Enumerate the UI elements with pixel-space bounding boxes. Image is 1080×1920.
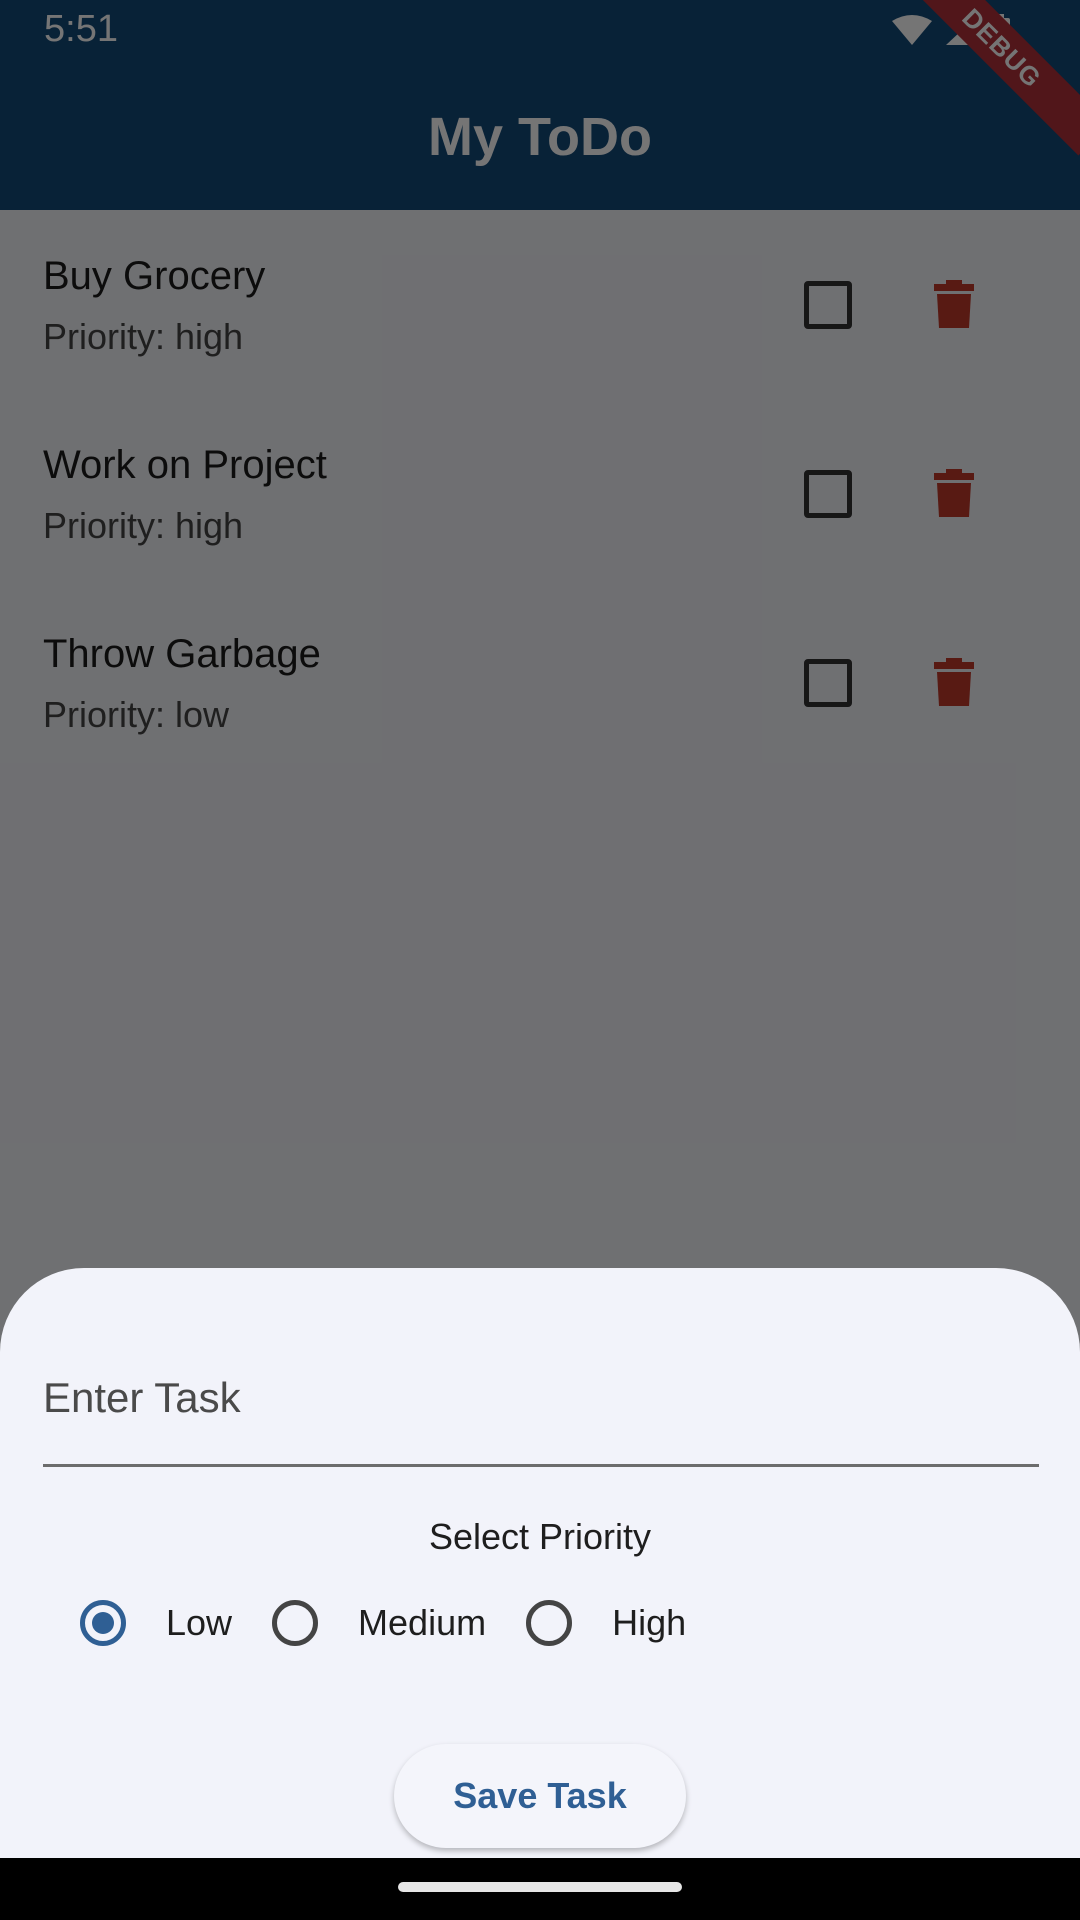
task-priority: Priority: high xyxy=(43,316,244,357)
task-row[interactable]: Buy Grocery Priority: high xyxy=(0,210,1080,399)
task-done-checkbox[interactable] xyxy=(804,281,852,329)
task-row[interactable]: Throw Garbage Priority: low xyxy=(0,588,1080,777)
radio-label: High xyxy=(612,1602,687,1643)
input-underline xyxy=(43,1464,1039,1467)
priority-option-high[interactable]: High xyxy=(526,1600,686,1646)
task-priority: Priority: high xyxy=(43,505,244,546)
app-bar: My ToDo xyxy=(0,60,1080,210)
task-done-checkbox[interactable] xyxy=(804,659,852,707)
priority-option-medium[interactable]: Medium xyxy=(272,1600,486,1646)
task-list: Buy Grocery Priority: high Work on Proje… xyxy=(0,210,1080,777)
status-time: 5:51 xyxy=(44,8,118,50)
radio-label: Medium xyxy=(358,1602,487,1643)
radio-button-selected[interactable] xyxy=(80,1600,126,1646)
task-input[interactable] xyxy=(43,1368,1039,1428)
priority-label: Select Priority xyxy=(428,1516,652,1557)
task-title: Buy Grocery xyxy=(43,254,266,298)
navigation-bar xyxy=(0,1858,1080,1920)
task-row[interactable]: Work on Project Priority: high xyxy=(0,399,1080,588)
priority-option-low[interactable]: Low xyxy=(80,1600,232,1646)
priority-radio-group: Low Medium High xyxy=(80,1600,726,1646)
status-bar: 5:51 xyxy=(0,0,1080,60)
task-title: Throw Garbage xyxy=(43,632,321,676)
task-title: Work on Project xyxy=(43,443,327,487)
radio-button[interactable] xyxy=(272,1600,319,1646)
save-task-button[interactable]: Save Task xyxy=(394,1744,686,1848)
add-task-sheet: Select Priority Low Medium High Save Tas… xyxy=(0,1268,1080,1858)
trash-icon[interactable] xyxy=(934,469,974,517)
radio-button[interactable] xyxy=(526,1600,573,1646)
task-done-checkbox[interactable] xyxy=(804,470,852,518)
app-title: My ToDo xyxy=(428,107,652,167)
task-priority: Priority: low xyxy=(43,694,230,735)
trash-icon[interactable] xyxy=(934,280,974,328)
trash-icon[interactable] xyxy=(934,658,974,706)
home-handle[interactable] xyxy=(398,1882,682,1892)
wifi-icon xyxy=(892,15,932,45)
radio-label: Low xyxy=(166,1602,233,1643)
